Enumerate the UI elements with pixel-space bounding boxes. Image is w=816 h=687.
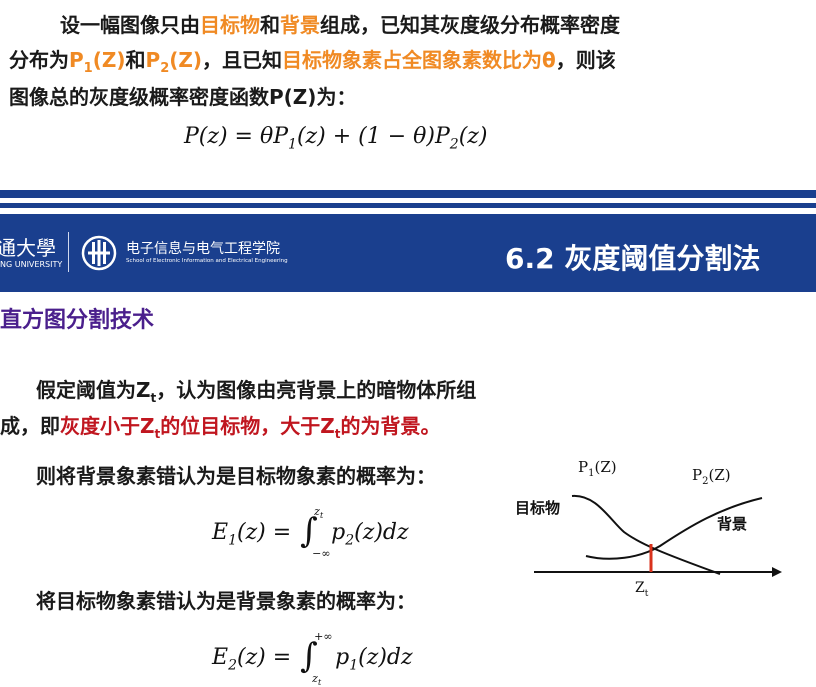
school-emblem-icon — [81, 235, 117, 271]
p1-label: P1(Z) — [69, 48, 126, 76]
para-error-1: 则将背景象素错认为是目标物象素的概率为： — [36, 464, 436, 488]
school-name-cn: 电子信息与电气工程学院 — [126, 241, 280, 257]
subtitle: 直方图分割技术 — [0, 308, 155, 333]
formula-e1: E1(z) = ∫ zt −∞ p2(z)dz — [212, 505, 409, 560]
divider-band-top — [0, 190, 816, 198]
intro-line-3: 图像总的灰度级概率密度函数P(Z)为： — [9, 85, 357, 109]
formula-e2: E2(z) = ∫ +∞ zt p1(z)dz — [212, 630, 413, 687]
intro-line-2: 分布为P1(Z)和P2(Z)，且已知目标物象素占全图象素数比为θ，则该 — [9, 48, 616, 76]
section-title: 6.2 灰度阈值分割法 — [505, 242, 761, 275]
para-threshold: 假定阈值为Zt，认为图像由亮背景上的暗物体所组 — [36, 378, 477, 405]
axis-arrow-icon — [772, 567, 782, 577]
divider-band-bottom — [0, 203, 816, 208]
threshold-diagram — [534, 494, 782, 577]
curve-p1 — [571, 494, 721, 575]
para-error-2: 将目标物象素错认为是背景象素的概率为： — [36, 589, 416, 613]
p2-label: P2(Z) — [145, 48, 203, 76]
university-logo-cn: 通大學 — [0, 236, 56, 260]
para-classification: 成，即灰度小于Zt的位目标物，大于Zt的为背景。 — [0, 414, 441, 441]
logo-divider — [68, 232, 69, 272]
university-logo-en: NG UNIVERSITY — [0, 260, 63, 269]
school-name-en: School of Electronic Information and Ele… — [126, 258, 288, 264]
total-density-formula: P(z) = θP1(z) + (1 − θ)P2(z) — [184, 124, 488, 153]
slide-header: 通大學 NG UNIVERSITY 电子信息与电气工程学院 School of … — [0, 214, 816, 292]
intro-line-1: 设一幅图像只由目标物和背景组成，已知其灰度级分布概率密度 — [60, 13, 620, 37]
curve-p2 — [585, 497, 763, 560]
